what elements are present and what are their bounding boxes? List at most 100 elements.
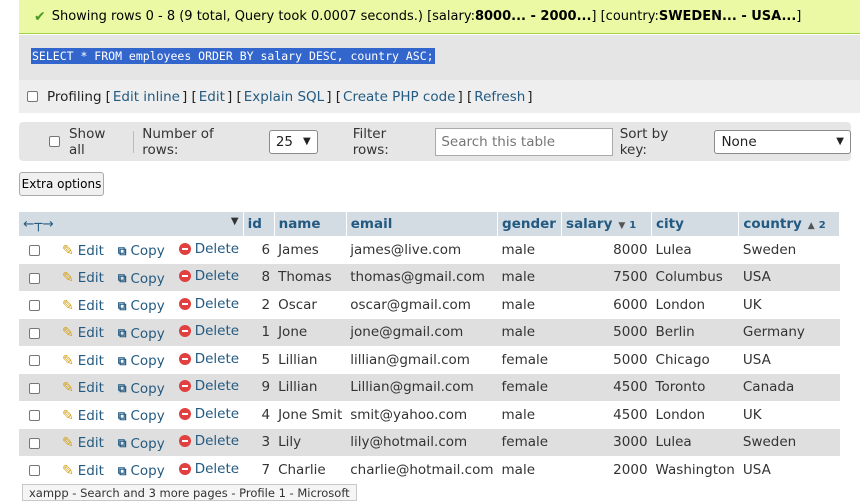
cell-gender[interactable]: male: [497, 456, 562, 484]
cell-salary[interactable]: 3000: [561, 428, 652, 456]
cell-country[interactable]: USA: [738, 456, 840, 484]
create-php-code-link[interactable]: Create PHP code: [343, 89, 455, 105]
delete-button[interactable]: Delete: [178, 433, 239, 449]
table-row[interactable]: ✎ Edit ⧉ Copy Delete 5 Lillian lillian@gmail.co…: [19, 346, 840, 374]
refresh-link[interactable]: Refresh: [474, 89, 525, 105]
row-checkbox[interactable]: [29, 327, 40, 339]
cell-city[interactable]: Chicago: [651, 346, 739, 374]
cell-city[interactable]: Berlin: [651, 318, 739, 346]
edit-button[interactable]: ✎ Edit: [62, 408, 104, 424]
cell-id[interactable]: 6: [243, 236, 275, 264]
copy-button[interactable]: ⧉ Copy: [118, 298, 165, 314]
cell-email[interactable]: Lillian@gmail.com: [346, 373, 498, 401]
filter-rows-input[interactable]: Search this table: [435, 127, 613, 156]
table-row[interactable]: ✎ Edit ⧉ Copy Delete 8 Thomas thomas@gmail.com m…: [19, 263, 840, 291]
edit-button[interactable]: ✎ Edit: [62, 243, 104, 259]
delete-button[interactable]: Delete: [178, 378, 239, 394]
cell-id[interactable]: 1: [243, 318, 275, 346]
edit-link[interactable]: Edit: [199, 89, 225, 105]
header-country[interactable]: country ▲ 2: [738, 212, 841, 236]
cell-gender[interactable]: female: [497, 428, 562, 456]
copy-button[interactable]: ⧉ Copy: [118, 326, 165, 342]
cell-gender[interactable]: female: [497, 346, 562, 374]
cell-name[interactable]: Lily: [274, 428, 347, 456]
delete-button[interactable]: Delete: [178, 351, 239, 367]
row-checkbox[interactable]: [29, 245, 40, 256]
row-checkbox[interactable]: [29, 437, 40, 449]
row-checkbox[interactable]: [29, 355, 40, 366]
edit-inline-link[interactable]: Edit inline: [113, 89, 180, 105]
table-row[interactable]: ✎ Edit ⧉ Copy Delete 6 James james@live.com male…: [19, 236, 840, 264]
explain-sql-link[interactable]: Explain SQL: [244, 89, 324, 105]
cell-name[interactable]: Lillian: [274, 346, 347, 374]
profiling-checkbox[interactable]: [27, 91, 38, 102]
copy-button[interactable]: ⧉ Copy: [118, 408, 165, 424]
cell-salary[interactable]: 5000: [561, 318, 652, 346]
cell-salary[interactable]: 7500: [561, 263, 652, 291]
header-name[interactable]: name: [274, 212, 347, 236]
sql-query-text[interactable]: SELECT * FROM employees ORDER BY salary …: [31, 48, 435, 64]
cell-city[interactable]: Toronto: [651, 373, 739, 401]
cell-name[interactable]: Oscar: [274, 291, 347, 319]
cell-email[interactable]: lily@hotmail.com: [346, 428, 498, 456]
cell-gender[interactable]: male: [497, 401, 562, 429]
num-rows-select[interactable]: 25 ▼: [268, 129, 318, 154]
row-checkbox[interactable]: [29, 410, 40, 421]
delete-button[interactable]: Delete: [178, 406, 239, 422]
cell-name[interactable]: Jone: [274, 318, 347, 346]
header-salary[interactable]: salary ▼ 1: [561, 212, 653, 236]
cell-city[interactable]: Columbus: [651, 263, 739, 291]
table-row[interactable]: ✎ Edit ⧉ Copy Delete 9 Lillian Lillian@gmail.co…: [19, 373, 840, 401]
cell-email[interactable]: smit@yahoo.com: [346, 401, 498, 429]
cell-gender[interactable]: female: [497, 373, 562, 401]
cell-country[interactable]: Sweden: [738, 428, 840, 456]
table-row[interactable]: ✎ Edit ⧉ Copy Delete 3 Lily lily@hotmail.com fem…: [19, 428, 840, 456]
cell-id[interactable]: 7: [243, 456, 275, 484]
cell-email[interactable]: james@live.com: [346, 236, 498, 264]
cell-salary[interactable]: 6000: [561, 291, 652, 319]
cell-gender[interactable]: male: [497, 318, 562, 346]
cell-id[interactable]: 9: [243, 373, 275, 401]
cell-country[interactable]: UK: [738, 291, 840, 319]
header-id[interactable]: id: [243, 212, 275, 236]
cell-salary[interactable]: 4500: [561, 373, 652, 401]
cell-email[interactable]: jone@gmail.com: [346, 318, 498, 346]
table-row[interactable]: ✎ Edit ⧉ Copy Delete 7 Charlie charlie@hotmail.…: [19, 456, 840, 484]
cell-city[interactable]: Lulea: [651, 428, 739, 456]
cell-id[interactable]: 4: [243, 401, 275, 429]
header-gender[interactable]: gender: [497, 212, 563, 236]
table-row[interactable]: ✎ Edit ⧉ Copy Delete 2 Oscar oscar@gmail.com mal…: [19, 291, 840, 319]
copy-button[interactable]: ⧉ Copy: [118, 353, 165, 369]
copy-button[interactable]: ⧉ Copy: [118, 243, 165, 259]
copy-button[interactable]: ⧉ Copy: [118, 381, 165, 397]
cell-gender[interactable]: male: [497, 236, 562, 264]
cell-salary[interactable]: 8000: [561, 236, 652, 264]
row-checkbox[interactable]: [29, 382, 40, 394]
delete-button[interactable]: Delete: [178, 461, 239, 477]
delete-button[interactable]: Delete: [178, 268, 239, 284]
edit-button[interactable]: ✎ Edit: [62, 270, 104, 286]
sort-by-key-select[interactable]: None ▼: [714, 129, 851, 154]
column-arrows-icon[interactable]: ←┬→: [23, 216, 54, 232]
cell-gender[interactable]: male: [497, 291, 562, 319]
cell-email[interactable]: charlie@hotmail.com: [346, 456, 498, 484]
cell-country[interactable]: Germany: [738, 318, 840, 346]
copy-button[interactable]: ⧉ Copy: [118, 271, 165, 287]
edit-button[interactable]: ✎ Edit: [62, 353, 104, 369]
cell-name[interactable]: Thomas: [274, 263, 347, 291]
row-checkbox[interactable]: [29, 300, 40, 311]
cell-name[interactable]: James: [274, 236, 347, 264]
delete-button[interactable]: Delete: [178, 241, 239, 257]
cell-id[interactable]: 3: [243, 428, 275, 456]
cell-country[interactable]: USA: [738, 263, 840, 291]
edit-button[interactable]: ✎ Edit: [62, 435, 104, 451]
copy-button[interactable]: ⧉ Copy: [118, 463, 165, 479]
edit-button[interactable]: ✎ Edit: [62, 325, 104, 341]
cell-name[interactable]: Lillian: [274, 373, 347, 401]
table-row[interactable]: ✎ Edit ⧉ Copy Delete 1 Jone jone@gmail.com male 5…: [19, 318, 840, 346]
header-city[interactable]: city: [651, 212, 740, 236]
cell-country[interactable]: Canada: [738, 373, 840, 401]
extra-options-button[interactable]: Extra options: [19, 172, 104, 196]
cell-salary[interactable]: 5000: [561, 346, 652, 374]
cell-email[interactable]: lillian@gmail.com: [346, 346, 498, 374]
